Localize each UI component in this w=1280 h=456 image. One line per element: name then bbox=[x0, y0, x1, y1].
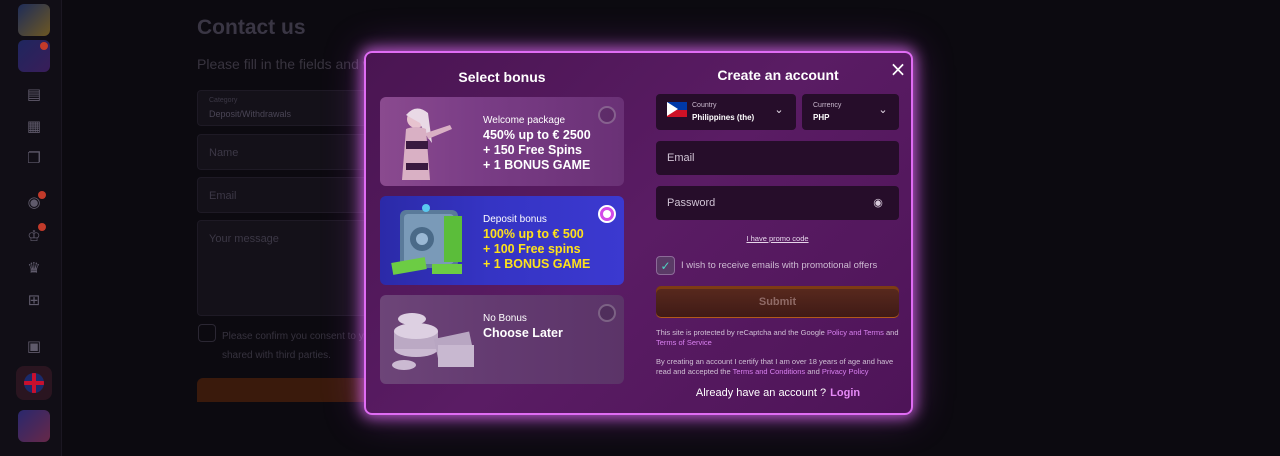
category-select[interactable]: Category Deposit/Withdrawals bbox=[197, 90, 373, 126]
consent-text: Please confirm you consent to yo shared … bbox=[222, 331, 370, 361]
language-button[interactable] bbox=[16, 366, 52, 400]
promo-emails-label: I wish to receive emails with promotiona… bbox=[681, 260, 878, 271]
category-label: Category bbox=[209, 97, 238, 104]
bonus-option-none[interactable]: No Bonus Choose Later bbox=[380, 295, 624, 384]
flag-ph-icon bbox=[667, 102, 687, 117]
signup-modal: × Select bonus Welcome package 450% up t… bbox=[364, 51, 913, 415]
message-placeholder: Your message bbox=[209, 233, 279, 245]
currency-select[interactable]: Currency PHP ⌄ bbox=[802, 94, 899, 130]
bonus-option-welcome[interactable]: Welcome package 450% up to € 2500 + 150 … bbox=[380, 97, 624, 186]
radio-deposit[interactable] bbox=[598, 205, 616, 223]
submit-button[interactable]: Submit bbox=[656, 286, 899, 318]
notification-dot bbox=[40, 42, 48, 50]
sidebar: ▤ ▦ ❐ ◉ ♔ ♛ ⊞ ▣ bbox=[0, 0, 62, 456]
copy-icon[interactable]: ❐ bbox=[24, 148, 44, 168]
email-placeholder-bg: Email bbox=[209, 190, 237, 202]
bonus-line: + 1 BONUS GAME bbox=[483, 257, 591, 271]
bonus-option-deposit[interactable]: Deposit bonus 100% up to € 500 + 100 Fre… bbox=[380, 196, 624, 285]
gift-icon[interactable]: ▦ bbox=[24, 116, 44, 136]
send-button[interactable] bbox=[197, 378, 373, 402]
terms-conditions-link[interactable]: Terms and Conditions bbox=[733, 367, 806, 376]
chevron-down-icon: ⌄ bbox=[774, 103, 784, 116]
game-thumb-3[interactable] bbox=[18, 410, 50, 442]
promo-code-link[interactable]: I have promo code bbox=[656, 234, 899, 243]
flag-uk-icon bbox=[24, 373, 44, 393]
privacy-policy-link[interactable]: Privacy Policy bbox=[822, 367, 869, 376]
country-label: Country bbox=[692, 102, 717, 109]
message-field[interactable]: Your message bbox=[197, 220, 373, 316]
email-field-bg[interactable]: Email bbox=[197, 177, 373, 213]
bonus-line: + 150 Free Spins bbox=[483, 143, 583, 157]
bonus-name: No Bonus bbox=[483, 313, 527, 324]
currency-value: PHP bbox=[813, 113, 830, 122]
notification-dot bbox=[38, 223, 46, 231]
bonus-line: 100% up to € 500 bbox=[483, 227, 584, 241]
page-title: Contact us bbox=[197, 16, 306, 39]
woman-illustration-icon bbox=[402, 108, 452, 180]
create-account-title: Create an account bbox=[717, 67, 839, 83]
login-link[interactable]: Login bbox=[830, 387, 860, 399]
age-notice: By creating an account I certify that I … bbox=[656, 357, 894, 376]
tree-icon[interactable]: ⊞ bbox=[24, 290, 44, 310]
chips-illustration-icon bbox=[392, 313, 475, 370]
bonus-name: Deposit bonus bbox=[483, 214, 547, 225]
bonus-line: + 1 BONUS GAME bbox=[483, 158, 591, 172]
currency-label: Currency bbox=[813, 102, 842, 109]
policy-terms-link[interactable]: Policy and Terms bbox=[827, 328, 884, 337]
radio-welcome[interactable] bbox=[598, 106, 616, 124]
game-thumb-1[interactable] bbox=[18, 4, 50, 36]
safe-illustration-icon bbox=[391, 204, 462, 275]
country-value: Philippines (the) bbox=[692, 113, 755, 122]
category-value: Deposit/Withdrawals bbox=[209, 109, 292, 119]
name-placeholder: Name bbox=[209, 147, 239, 159]
notification-dot bbox=[38, 191, 46, 199]
chevron-down-icon: ⌄ bbox=[878, 103, 888, 116]
select-bonus-title: Select bonus bbox=[458, 69, 546, 85]
crown-icon[interactable]: ♛ bbox=[24, 258, 44, 278]
consent-checkbox[interactable] bbox=[198, 324, 216, 342]
password-field[interactable] bbox=[656, 186, 899, 220]
bonus-name: Welcome package bbox=[483, 115, 566, 126]
bonus-line: Choose Later bbox=[483, 326, 563, 340]
name-field[interactable]: Name bbox=[197, 134, 373, 170]
login-prompt: Already have an account ? Login bbox=[695, 387, 861, 399]
radio-none[interactable] bbox=[598, 304, 616, 322]
promo-emails-checkbox[interactable]: ✓ bbox=[656, 256, 675, 275]
recaptcha-notice: This site is protected by reCaptcha and … bbox=[656, 328, 899, 347]
email-field[interactable] bbox=[656, 141, 899, 175]
checkmark-icon: ✓ bbox=[660, 258, 671, 273]
bonus-line: + 100 Free spins bbox=[483, 242, 581, 256]
bonus-line: 450% up to € 2500 bbox=[483, 128, 591, 142]
chat-icon[interactable]: ▣ bbox=[24, 336, 44, 356]
page-subtitle: Please fill in the fields and w bbox=[197, 56, 373, 72]
country-select[interactable]: Country Philippines (the) ⌄ bbox=[656, 94, 796, 130]
eye-icon[interactable]: ◉ bbox=[869, 196, 887, 210]
terms-of-service-link[interactable]: Terms of Service bbox=[656, 338, 712, 347]
ticket-icon[interactable]: ▤ bbox=[24, 84, 44, 104]
